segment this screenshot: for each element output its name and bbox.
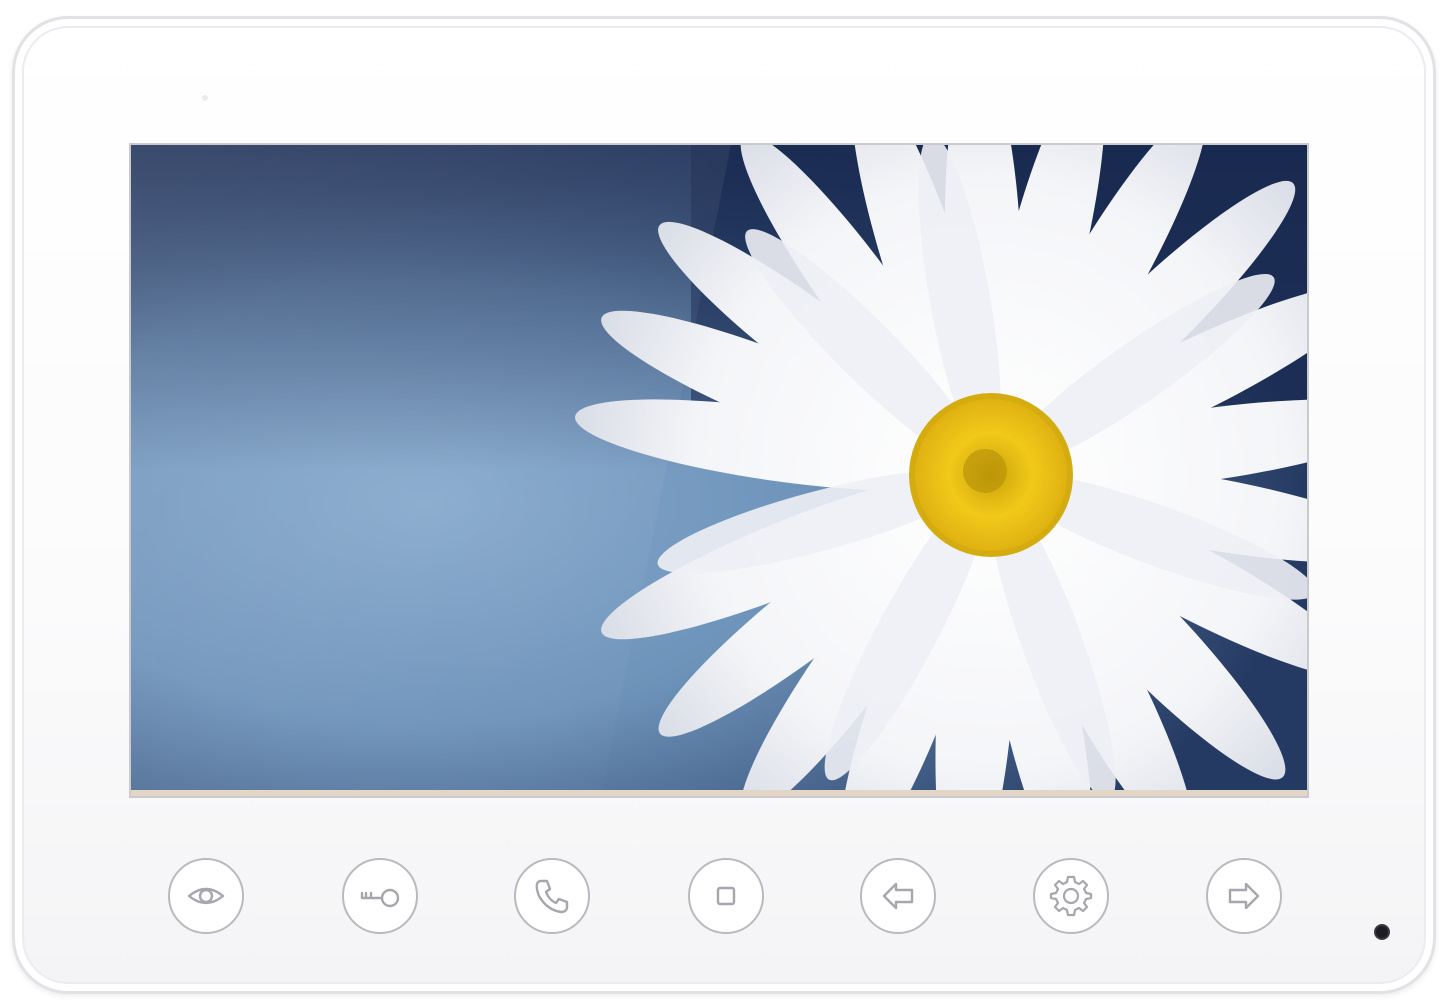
back-button[interactable] [860, 858, 936, 934]
daisy-wallpaper [131, 145, 1307, 796]
unlock-button[interactable] [342, 858, 418, 934]
talk-button[interactable] [514, 858, 590, 934]
arrow-left-icon [882, 882, 914, 910]
next-button[interactable] [1206, 858, 1282, 934]
eye-icon [187, 887, 225, 905]
stop-button[interactable] [688, 858, 764, 934]
phone-icon [535, 879, 569, 914]
arrow-right-icon [1228, 882, 1260, 910]
settings-button[interactable] [1033, 858, 1109, 934]
light-sensor [202, 95, 208, 101]
square-icon [716, 886, 736, 906]
key-icon [360, 888, 400, 908]
monitor-screen[interactable] [129, 143, 1309, 798]
gear-icon [1049, 875, 1093, 917]
intercom-stage [0, 0, 1449, 1004]
monitor-button[interactable] [168, 858, 244, 934]
